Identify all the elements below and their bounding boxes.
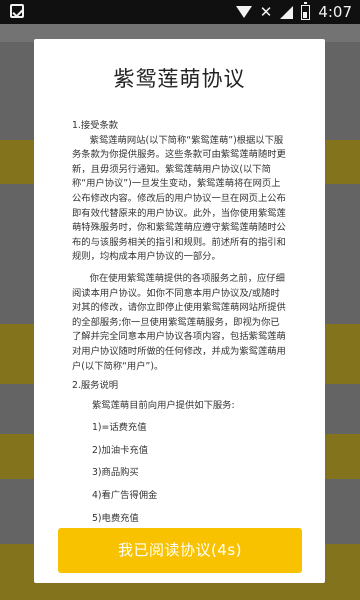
service-list-item: 4)看广告得佣金 bbox=[92, 490, 158, 502]
service-list-item: 3)商品购买 bbox=[92, 467, 139, 479]
service-list-item: 5)电费充值 bbox=[92, 512, 139, 524]
agreement-paragraph: 你在使用紫鸳莲萌提供的各项服务之前，应仔细阅读本用户协议。如你不同意本用户协议及… bbox=[72, 272, 286, 372]
confirm-read-button[interactable]: 我已阅读协议(4s) bbox=[58, 528, 302, 573]
service-list-item: 1)=话费充值 bbox=[92, 422, 147, 434]
dialog-title: 紫鸳莲萌协议 bbox=[113, 67, 246, 91]
agreement-dialog: 紫鸳莲萌协议 1.接受条款 紫鸳莲萌网站(以下简称“紫鸳莲萌”)根据以下服务条款… bbox=[34, 39, 325, 583]
section-heading: 2.服务说明 bbox=[72, 380, 119, 392]
agreement-scroll-area[interactable]: 1.接受条款 紫鸳莲萌网站(以下简称“紫鸳莲萌”)根据以下服务条款为你提供服务。… bbox=[68, 119, 290, 574]
agreement-paragraph: 紫鸳莲萌网站(以下简称“紫鸳莲萌”)根据以下服务条款为你提供服务。这些条款可由紫… bbox=[72, 134, 286, 263]
section-heading: 1.接受条款 bbox=[72, 120, 119, 131]
service-list-item: 2)加油卡充值 bbox=[92, 444, 149, 456]
services-intro: 紫鸳莲萌目前向用户提供如下服务: bbox=[92, 399, 235, 411]
